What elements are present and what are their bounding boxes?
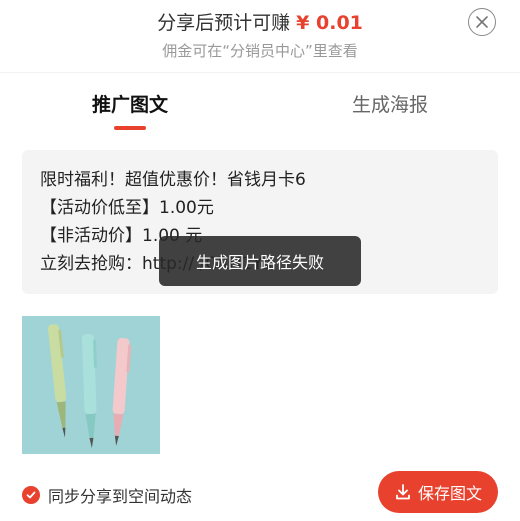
error-toast: 生成图片路径失败 xyxy=(159,236,361,286)
sync-to-space-option[interactable]: 同步分享到空间动态 xyxy=(22,483,192,507)
save-button-label: 保存图文 xyxy=(417,484,482,503)
checked-circle-icon[interactable] xyxy=(22,486,40,504)
promo-line-1: 限时福利！超值优惠价！省钱月卡6 xyxy=(40,170,306,190)
share-content: 限时福利！超值优惠价！省钱月卡6 【活动价低至】1.00元 【非活动价】1.00… xyxy=(0,133,520,521)
tab-bar: 推广图文 生成海报 xyxy=(0,73,520,133)
active-tab-indicator xyxy=(114,126,146,130)
earnings-amount: ¥ 0.01 xyxy=(296,12,363,34)
sync-label: 同步分享到空间动态 xyxy=(48,487,193,506)
earnings-line: 分享后预计可赚 ¥ 0.01 xyxy=(0,8,520,35)
close-button[interactable] xyxy=(468,8,496,36)
save-button[interactable]: 保存图文 xyxy=(378,471,498,513)
download-icon xyxy=(396,484,410,500)
tab-generate-poster[interactable]: 生成海报 xyxy=(260,73,520,133)
share-header: 分享后预计可赚 ¥ 0.01 佣金可在“分销员中心”里查看 xyxy=(0,0,520,72)
fountain-pens-illustration xyxy=(47,324,132,448)
product-image[interactable] xyxy=(22,316,160,454)
earnings-subtitle: 佣金可在“分销员中心”里查看 xyxy=(162,42,358,60)
promo-line-2: 【活动价低至】1.00元 xyxy=(40,198,214,218)
tab-promo-text[interactable]: 推广图文 xyxy=(0,73,260,133)
close-icon xyxy=(476,16,488,28)
earnings-label: 分享后预计可赚 xyxy=(157,12,291,34)
